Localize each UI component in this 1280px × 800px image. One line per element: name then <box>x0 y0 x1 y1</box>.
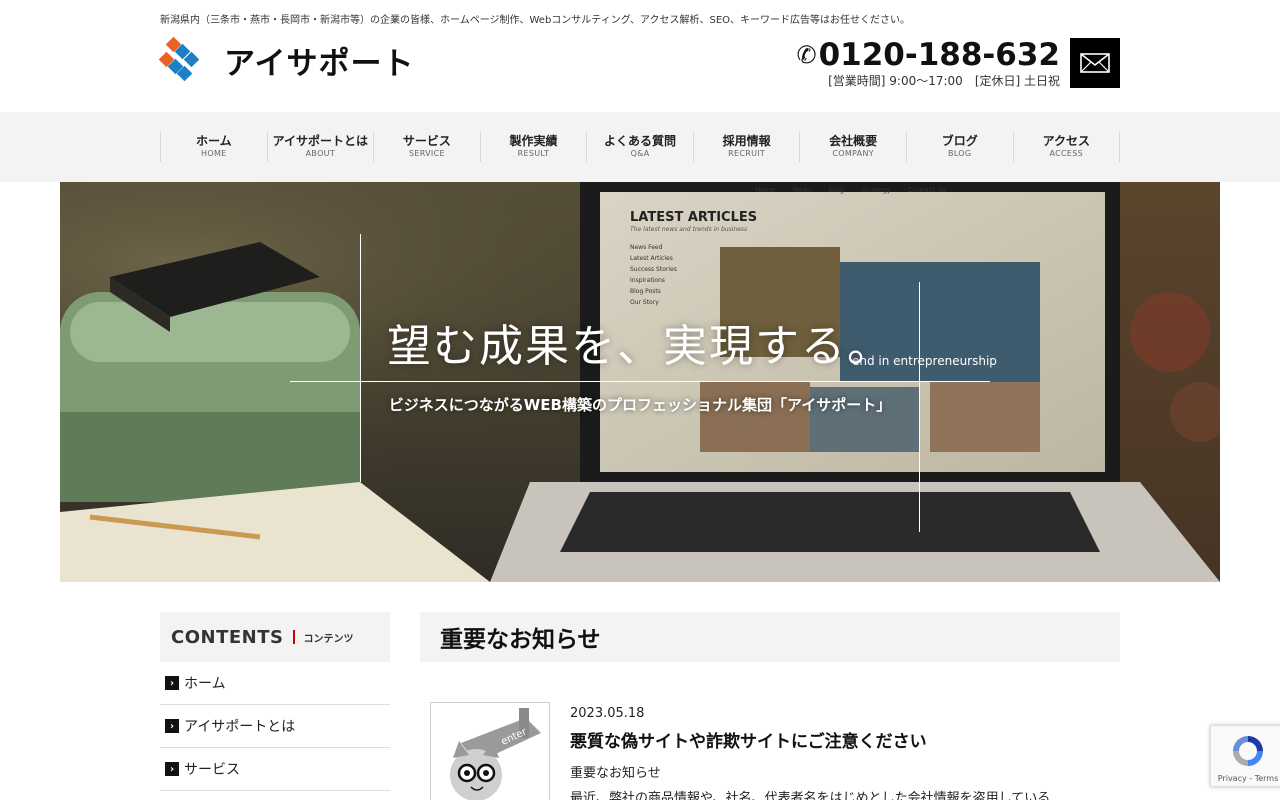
sidebar-heading-en: CONTENTS <box>171 626 284 648</box>
nav-item-recruit[interactable]: 採用情報 RECRUIT <box>692 132 800 162</box>
hero-title: 望む成果を、実現する。 <box>387 321 893 372</box>
recaptcha-links[interactable]: Privacy - Terms <box>1218 774 1279 783</box>
phone-number-text: 0120-188-632 <box>818 37 1060 73</box>
sidebar-item-label: サービス <box>184 762 240 778</box>
sidebar-item-label: アイサポートとは <box>184 719 296 735</box>
header-tagline: 新潟県内（三条市・燕市・長岡市・新潟市等）の企業の皆様、ホームページ制作、Web… <box>160 15 911 26</box>
sidebar-heading-accent <box>293 630 296 644</box>
nav-item-home[interactable]: ホーム HOME <box>160 132 267 162</box>
news-body: 2023.05.18 悪質な偽サイトや詐欺サイトにご注意ください 重要なお知らせ… <box>570 702 1050 800</box>
nav-label: ブログ <box>941 134 978 148</box>
sidebar-item-about[interactable]: › アイサポートとは <box>160 705 390 748</box>
envelope-icon <box>1080 53 1110 73</box>
business-hours: [営業時間] 9:00～17:00 [定休日] 土日祝 <box>796 72 1060 89</box>
site-header: 新潟県内（三条市・燕市・長岡市・新潟市等）の企業の皆様、ホームページ制作、Web… <box>158 0 1120 112</box>
nav-label: よくある質問 <box>604 134 677 148</box>
hero-divider-line <box>290 381 990 382</box>
sidebar-heading-jp: コンテンツ <box>303 633 354 645</box>
nav-sublabel: ACCESS <box>1049 149 1084 158</box>
logo-mark-icon <box>158 36 206 83</box>
screen-heading: LATEST ARTICLES <box>630 210 758 225</box>
main-heading: 重要なお知らせ <box>420 612 1120 662</box>
hero-banner: Home News Blog Strategy Contact us LATES… <box>60 182 1220 582</box>
screen-side-menu: News Feed Latest Articles Success Storie… <box>630 242 677 308</box>
nav-item-result[interactable]: 製作実績 RESULT <box>479 132 587 162</box>
page-title: 重要なお知らせ <box>440 627 601 653</box>
nav-sublabel: ABOUT <box>305 149 336 158</box>
nav-item-access[interactable]: アクセス ACCESS <box>1012 132 1121 162</box>
screen-menu-item: Contact us <box>908 186 946 194</box>
sidebar: CONTENTS コンテンツ › ホーム › アイサポートとは › サービス <box>160 612 390 800</box>
nav-label: アイサポートとは <box>272 134 369 148</box>
global-nav-bar: ホーム HOME アイサポートとは ABOUT サービス SERVICE 製作実績 RE… <box>0 112 1280 182</box>
news-date: 2023.05.18 <box>570 706 645 721</box>
screen-side-item: Latest Articles <box>630 255 673 262</box>
contact-info: ✆ 0120-188-632 [営業時間] 9:00～17:00 [定休日] 土日… <box>796 38 1060 89</box>
screen-menu-item: Home <box>755 186 776 194</box>
nav-label: 採用情報 <box>722 134 771 148</box>
screen-side-item: Inspirations <box>630 277 665 284</box>
logo-text: アイサポート <box>224 45 415 82</box>
recaptcha-icon <box>1233 736 1263 766</box>
news-excerpt: 最近、弊社の商品情報や、社名、代表者名をはじめとした会社情報を盗用している <box>570 791 1051 800</box>
sidebar-item-label: ホーム <box>184 676 226 692</box>
nav-sublabel: BLOG <box>948 149 972 158</box>
sidebar-item-service[interactable]: › サービス <box>160 748 390 791</box>
site-logo[interactable]: アイサポート <box>158 36 415 83</box>
nav-label: サービス <box>402 134 451 148</box>
news-title-link[interactable]: 悪質な偽サイトや詐欺サイトにご注意ください <box>570 727 1050 752</box>
news-category: 重要なお知らせ <box>570 766 661 781</box>
global-nav: ホーム HOME アイサポートとは ABOUT サービス SERVICE 製作実績 RE… <box>160 112 1121 182</box>
hero-subtitle: ビジネスにつながるWEB構築のプロフェッショナル集団「アイサポート」 <box>388 396 892 414</box>
news-thumbnail[interactable]: enter <box>430 702 550 800</box>
holiday-label: [定休日] 土日祝 <box>974 74 1060 88</box>
screen-menu-item: Strategy <box>861 186 892 194</box>
screen-menu-item: Blog <box>828 186 845 194</box>
nav-label: ホーム <box>195 134 232 148</box>
nav-sublabel: HOME <box>201 149 227 158</box>
screen-menu: Home News Blog Strategy Contact us <box>755 186 946 194</box>
nav-sublabel: Q&A <box>630 149 650 158</box>
nav-item-qa[interactable]: よくある質問 Q&A <box>586 132 693 162</box>
cat-keyboard-illustration: enter <box>450 708 541 800</box>
nav-sublabel: SERVICE <box>408 149 445 158</box>
mail-button[interactable] <box>1070 38 1120 88</box>
nav-item-service[interactable]: サービス SERVICE <box>373 132 480 162</box>
screen-subheading: The latest news and trends in business <box>630 226 748 233</box>
screen-side-item: Blog Posts <box>630 288 661 295</box>
main-content: 重要なお知らせ enter 2023.05.18 悪質な偽サイトや詐欺サイトにご… <box>420 612 1120 800</box>
screen-side-item: News Feed <box>630 244 663 251</box>
phone-icon: ✆ <box>796 41 817 69</box>
nav-label: 会社概要 <box>829 134 878 148</box>
phone-number[interactable]: ✆ 0120-188-632 <box>796 38 1060 72</box>
screen-side-item: Our Story <box>630 299 659 306</box>
nav-label: アクセス <box>1042 134 1090 148</box>
nav-item-blog[interactable]: ブログ BLOG <box>905 132 1013 162</box>
chevron-right-icon: › <box>165 719 179 733</box>
screen-side-item: Success Stories <box>630 266 677 273</box>
nav-sublabel: RESULT <box>517 149 550 158</box>
chevron-right-icon: › <box>165 676 179 690</box>
hours-label: [営業時間] 9:00～17:00 <box>828 74 963 88</box>
nav-sublabel: RECRUIT <box>728 149 766 158</box>
sidebar-heading: CONTENTS コンテンツ <box>160 612 390 662</box>
nav-item-about[interactable]: アイサポートとは ABOUT <box>266 132 374 162</box>
content-area: CONTENTS コンテンツ › ホーム › アイサポートとは › サービス 重… <box>160 612 1120 800</box>
recaptcha-badge[interactable]: Privacy - Terms <box>1210 725 1280 787</box>
sidebar-item-home[interactable]: › ホーム <box>160 662 390 705</box>
news-item[interactable]: enter 2023.05.18 悪質な偽サイトや詐欺サイトにご注意ください 重… <box>420 702 1120 800</box>
nav-label: 製作実績 <box>509 134 558 148</box>
chevron-right-icon: › <box>165 762 179 776</box>
nav-sublabel: COMPANY <box>832 149 874 158</box>
nav-item-company[interactable]: 会社概要 COMPANY <box>799 132 906 162</box>
screen-menu-item: News <box>792 186 812 194</box>
